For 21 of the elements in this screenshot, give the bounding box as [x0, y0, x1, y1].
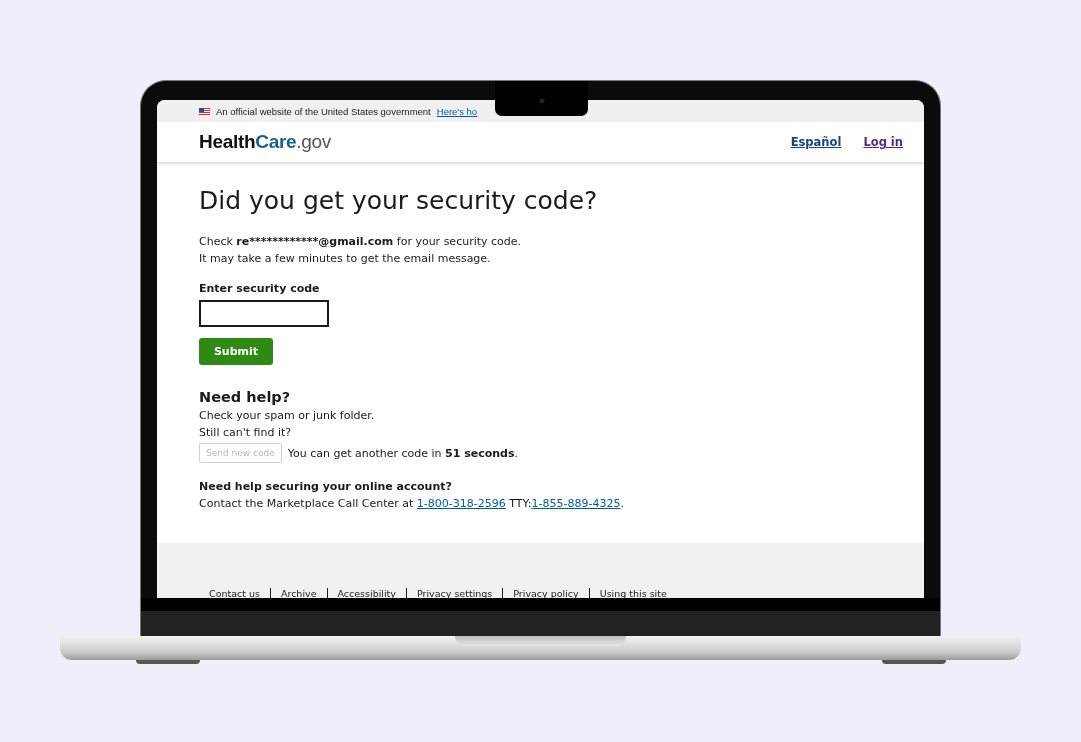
section-heading: Need help securing your online account? — [199, 479, 452, 495]
help-text: Check your spam or junk folder. — [199, 408, 375, 424]
page-title: Did you get your security code? — [199, 186, 598, 215]
header-link[interactable]: Log in — [863, 135, 903, 149]
instruction-text: Check re************@gmail.com for your security code. — [199, 234, 522, 250]
banner-text: An official website of the United States government — [216, 105, 431, 117]
header-link[interactable]: Español — [790, 135, 842, 149]
countdown-text: You can get another code in 51 seconds. — [287, 445, 519, 462]
banner-link[interactable]: Here's ho — [436, 105, 478, 117]
phone-link[interactable]: 1-800-318-2596 — [416, 497, 506, 510]
contact-text: Contact the Marketplace Call Center at 1-800-318-2596 TTY:1-855-889-4325. — [199, 496, 624, 512]
submit-button[interactable]: Submit — [199, 338, 273, 365]
section-heading: Need help? — [199, 388, 291, 407]
footer-link[interactable]: Contact us — [209, 588, 270, 598]
field-label: Enter security code — [199, 281, 320, 297]
help-text: Still can't find it? — [199, 425, 292, 441]
instruction-text: It may take a few minutes to get the email message. — [199, 251, 491, 267]
flag-icon — [199, 107, 210, 115]
camera-icon — [538, 98, 545, 104]
code-field[interactable] — [199, 300, 329, 327]
site-logo[interactable]: HealthCare.gov — [199, 131, 332, 153]
